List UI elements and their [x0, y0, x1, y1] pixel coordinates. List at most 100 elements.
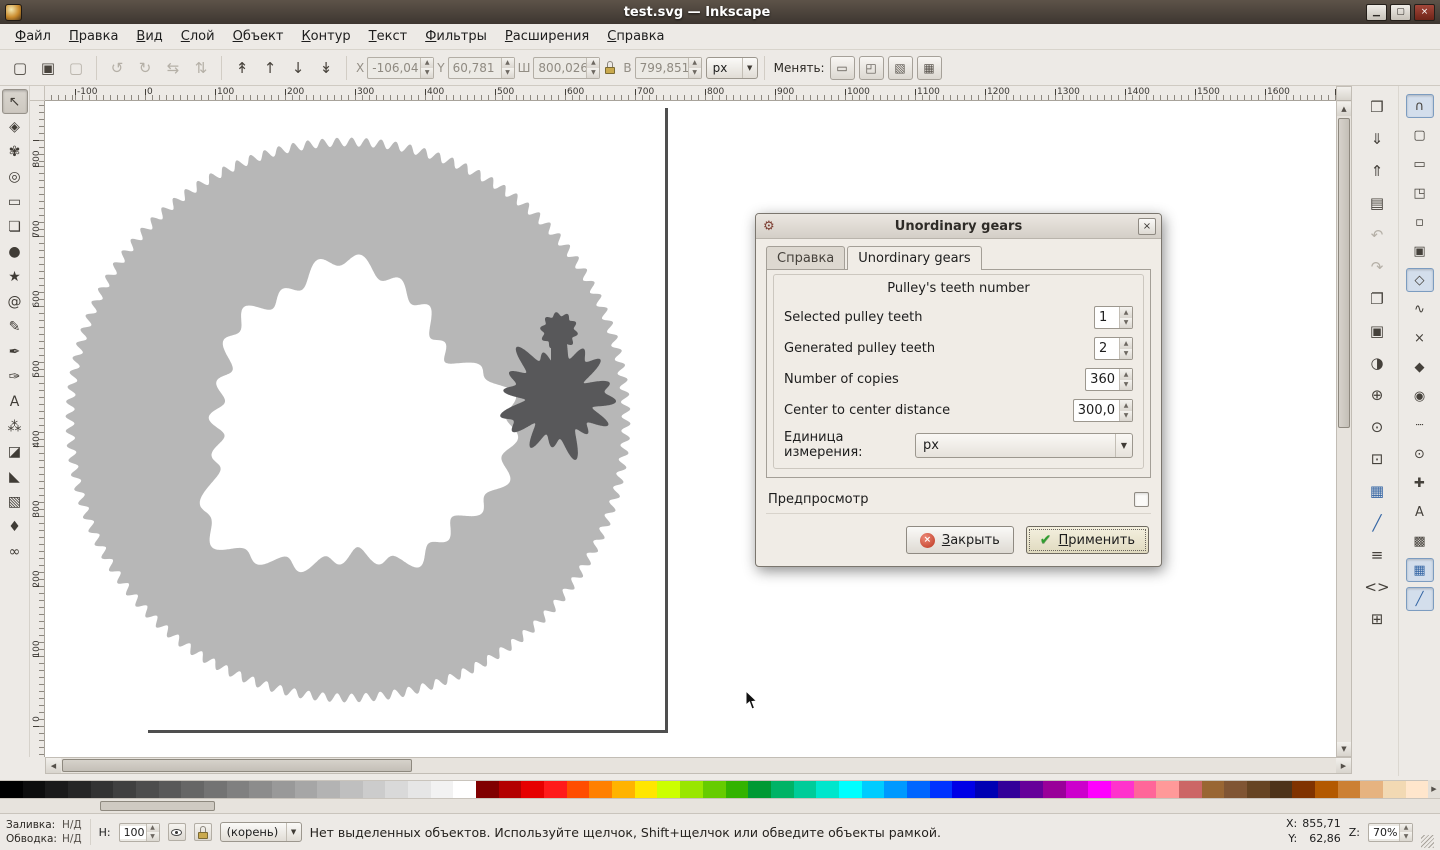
palette-swatch[interactable] — [113, 781, 136, 798]
palette-swatch[interactable] — [726, 781, 749, 798]
y-field[interactable]: 60,781 ▲▼ — [448, 57, 515, 79]
guides-toggle-button[interactable]: ╱ — [1362, 510, 1392, 536]
palette-swatch[interactable] — [1088, 781, 1111, 798]
document-properties-button[interactable]: ❒ — [1362, 94, 1392, 120]
zoom-selection-button[interactable]: ⊕ — [1362, 382, 1392, 408]
apply-button[interactable]: ✔Применить — [1026, 526, 1149, 554]
paste-button[interactable]: ▣ — [1362, 318, 1392, 344]
tool-connector[interactable]: ∞ — [2, 539, 28, 564]
palette-swatch[interactable] — [544, 781, 567, 798]
palette-swatch[interactable] — [612, 781, 635, 798]
minimize-window-button[interactable]: ▁ — [1366, 4, 1387, 21]
snap-paths-toggle[interactable]: ∿ — [1406, 297, 1434, 321]
unit-combo[interactable]: px ▼ — [706, 57, 758, 79]
raise-button[interactable]: ↑ — [257, 55, 283, 81]
snap-guides-toggle[interactable]: ╱ — [1406, 587, 1434, 611]
layer-selector[interactable]: (корень) ▼ — [220, 822, 302, 842]
tool-ellipse[interactable]: ● — [2, 239, 28, 264]
lower-to-bottom-button[interactable]: ↡ — [313, 55, 339, 81]
raise-to-top-button[interactable]: ↟ — [229, 55, 255, 81]
horizontal-scrollbar[interactable]: ◀ ▶ — [45, 757, 1352, 774]
menu-help[interactable]: Справка — [598, 25, 673, 48]
tool-text[interactable]: A — [2, 389, 28, 414]
fill-stroke-dialog-button[interactable]: ◑ — [1362, 350, 1392, 376]
center-to-center-distance-spinner[interactable]: 300,0▲▼ — [1073, 399, 1133, 422]
palette-swatch[interactable] — [1338, 781, 1361, 798]
snap-rotation-centers-toggle[interactable]: ✚ — [1406, 471, 1434, 495]
generated-pulley-teeth-spinner[interactable]: 2▲▼ — [1094, 337, 1133, 360]
snap-bbox-corners-toggle[interactable]: ◳ — [1406, 181, 1434, 205]
palette-swatch[interactable] — [272, 781, 295, 798]
palette-swatch[interactable] — [1406, 781, 1429, 798]
palette-swatch[interactable] — [499, 781, 522, 798]
resize-grip[interactable] — [1421, 835, 1434, 848]
affect-patterns-toggle[interactable]: ▦ — [917, 56, 942, 80]
palette-swatch[interactable] — [1224, 781, 1247, 798]
lower-button[interactable]: ↓ — [285, 55, 311, 81]
snap-bbox-midpoints-toggle[interactable]: ▫ — [1406, 210, 1434, 234]
palette-swatch[interactable] — [975, 781, 998, 798]
snap-midpoints-toggle[interactable]: ┈ — [1406, 413, 1434, 437]
palette-swatch[interactable] — [1315, 781, 1338, 798]
dialog-close-button[interactable]: × — [1138, 218, 1156, 235]
close-button[interactable]: ×Закрыть — [906, 526, 1014, 554]
palette-swatch[interactable] — [567, 781, 590, 798]
snap-enable-toggle[interactable]: ∩ — [1406, 94, 1434, 118]
tool-selector[interactable]: ↖ — [2, 89, 28, 114]
tool-pencil[interactable]: ✎ — [2, 314, 28, 339]
width-field[interactable]: 800,026 ▲▼ — [533, 57, 600, 79]
tool-rectangle[interactable]: ▭ — [2, 189, 28, 214]
tool-tweak[interactable]: ✾ — [2, 139, 28, 164]
palette-swatch[interactable] — [952, 781, 975, 798]
palette-swatch[interactable] — [748, 781, 771, 798]
snap-bbox-toggle[interactable]: ▢ — [1406, 123, 1434, 147]
palette-swatch[interactable] — [1111, 781, 1134, 798]
menu-view[interactable]: Вид — [127, 25, 171, 48]
close-window-button[interactable]: × — [1414, 4, 1435, 21]
tool-zoom[interactable]: ◎ — [2, 164, 28, 189]
palette-swatch[interactable] — [45, 781, 68, 798]
horizontal-scrollbar-thumb[interactable] — [62, 759, 412, 772]
palette-swatch[interactable] — [1383, 781, 1406, 798]
layer-visibility-toggle[interactable] — [168, 823, 186, 841]
snap-object-centers-toggle[interactable]: ⊙ — [1406, 442, 1434, 466]
palette-swatch[interactable] — [431, 781, 454, 798]
palette-swatch[interactable] — [476, 781, 499, 798]
palette-swatch[interactable] — [839, 781, 862, 798]
palette-swatch[interactable] — [453, 781, 476, 798]
palette-swatch[interactable] — [521, 781, 544, 798]
align-dialog-button[interactable]: ⊞ — [1362, 606, 1392, 632]
dialog-titlebar[interactable]: ⚙ Unordinary gears × — [756, 214, 1161, 239]
menu-file[interactable]: Файл — [6, 25, 60, 48]
palette-swatch[interactable] — [1179, 781, 1202, 798]
tool-node-editor[interactable]: ◈ — [2, 114, 28, 139]
affect-stroke-toggle[interactable]: ▭ — [830, 56, 855, 80]
lock-width-height-button[interactable] — [602, 58, 618, 78]
snap-grid-toggle[interactable]: ▦ — [1406, 558, 1434, 582]
palette-swatch[interactable] — [1360, 781, 1383, 798]
menu-object[interactable]: Объект — [224, 25, 293, 48]
tool-eraser[interactable]: ◪ — [2, 439, 28, 464]
grid-toggle-button[interactable]: ▦ — [1362, 478, 1392, 504]
scroll-left-icon[interactable]: ◀ — [46, 758, 61, 773]
select-all-button[interactable]: ▢ — [7, 55, 33, 81]
palette-swatch[interactable] — [317, 781, 340, 798]
palette-swatch[interactable] — [884, 781, 907, 798]
palette-swatch[interactable] — [340, 781, 363, 798]
palette-swatch[interactable] — [1202, 781, 1225, 798]
tool-bezier-pen[interactable]: ✒ — [2, 339, 28, 364]
dialog-tab-help[interactable]: Справка — [766, 246, 845, 270]
palette-swatch[interactable] — [91, 781, 114, 798]
scroll-down-icon[interactable]: ▼ — [1337, 742, 1351, 756]
scrollbar-corner-button[interactable] — [1337, 87, 1351, 101]
vertical-scrollbar[interactable]: ▲ ▼ — [1336, 86, 1352, 757]
palette-swatch[interactable] — [635, 781, 658, 798]
palette-swatch[interactable] — [657, 781, 680, 798]
height-field[interactable]: 799,851 ▲▼ — [635, 57, 702, 79]
snap-bbox-centers-toggle[interactable]: ▣ — [1406, 239, 1434, 263]
selected-pulley-teeth-spinner[interactable]: 1▲▼ — [1094, 306, 1133, 329]
tool-calligraphy[interactable]: ✑ — [2, 364, 28, 389]
layer-lock-toggle[interactable] — [194, 823, 212, 841]
palette-swatch[interactable] — [1247, 781, 1270, 798]
snap-smooth-nodes-toggle[interactable]: ◉ — [1406, 384, 1434, 408]
